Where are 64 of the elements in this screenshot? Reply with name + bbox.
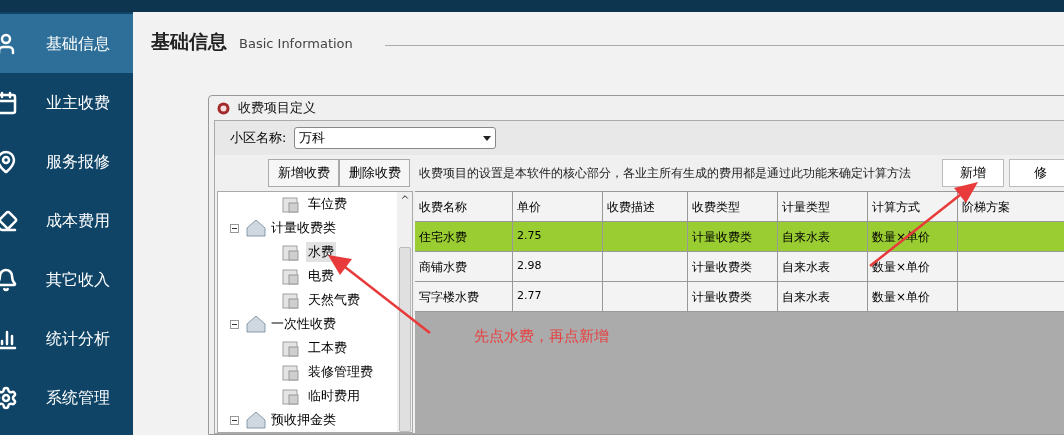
sidebar-item[interactable]: 成本费用	[0, 191, 133, 250]
folder-icon	[245, 314, 267, 334]
expander-toggle[interactable]	[230, 319, 239, 329]
community-label: 小区名称:	[230, 129, 287, 148]
scroll-up-icon	[399, 192, 410, 202]
expander-toggle[interactable]	[230, 415, 239, 425]
tree-item[interactable]: 装修管理费	[306, 362, 375, 382]
bell-icon	[0, 267, 18, 292]
scrollbar-thumb[interactable]	[398, 247, 411, 432]
table-cell-text: 自来水表	[782, 228, 830, 246]
sidebar-item[interactable]: 统计分析	[0, 309, 133, 368]
tree-category[interactable]: 一次性收费	[271, 314, 336, 334]
page-subtitle: Basic Information	[239, 34, 353, 53]
folder-icon	[245, 218, 267, 238]
sidebar-item[interactable]: 业主收费	[0, 73, 133, 132]
description-text: 收费项目的设置是本软件的核心部分，各业主所有生成的费用都是通过此功能来确定计算方法	[419, 165, 912, 182]
document-icon	[280, 194, 302, 214]
action-button[interactable]: 修	[1009, 159, 1064, 187]
tree-category[interactable]: 预收押金类	[271, 410, 336, 430]
sidebar-item[interactable]: 其它收入	[0, 250, 133, 309]
tree-category[interactable]: 计量收费类	[271, 218, 336, 238]
document-icon	[280, 338, 302, 358]
table-cell-text: 自来水表	[782, 288, 830, 306]
table-cell-text: 住宅水费	[419, 228, 467, 246]
table-cell: 2.75	[517, 228, 542, 245]
document-icon	[280, 290, 302, 310]
sidebar-item[interactable]: 服务报修	[0, 132, 133, 191]
table-cell-text: 计量收费类	[692, 288, 752, 306]
document-icon	[280, 362, 302, 382]
map-pin-icon	[0, 149, 18, 174]
table-cell-text: 商铺水费	[419, 258, 467, 276]
tree-item[interactable]: 临时费用	[306, 386, 362, 406]
tree-item[interactable]: 天然气费	[306, 290, 362, 310]
table-row[interactable]: 写字楼水费 2.77 计量收费类 自来水表 数量×单价	[415, 282, 1064, 312]
document-icon	[280, 242, 302, 262]
tree-item[interactable]: 电费	[306, 266, 336, 286]
tree-item[interactable]: 工本费	[306, 338, 349, 358]
settings-icon	[0, 385, 18, 410]
app-icon	[217, 101, 230, 115]
table-cell-text: 计量收费类	[692, 228, 752, 246]
calendar-icon	[0, 90, 18, 115]
sidebar-item[interactable]: 系统管理	[0, 368, 133, 427]
table-cell-text: 计量收费类	[692, 258, 752, 276]
tree-toolbar-button[interactable]: 新增收费	[268, 159, 339, 187]
action-button[interactable]: 新增	[942, 159, 1004, 187]
folder-icon	[245, 410, 267, 430]
community-dropdown[interactable]: 万科	[294, 127, 497, 149]
eraser-icon	[0, 208, 18, 233]
tree-toolbar-button[interactable]: 删除收费	[339, 159, 410, 187]
table-cell-text: 数量×单价	[872, 288, 931, 306]
tree-item[interactable]: 水费	[306, 242, 336, 262]
expander-toggle[interactable]	[230, 223, 239, 233]
table-cell-text: 自来水表	[782, 258, 830, 276]
table-cell: 2.98	[517, 258, 542, 275]
document-icon	[280, 386, 302, 406]
document-icon	[280, 266, 302, 286]
dropdown-arrow-icon	[483, 135, 492, 141]
tree-item[interactable]: 车位费	[306, 194, 349, 214]
table-cell: 2.77	[517, 288, 542, 305]
sidebar-item[interactable]: 基础信息	[0, 14, 133, 73]
table-cell-text: 写字楼水费	[419, 288, 479, 306]
dialog-title: 收费项目定义	[238, 99, 316, 118]
page-title: 基础信息	[151, 28, 227, 54]
annotation-text: 先点水费，再点新增	[474, 326, 609, 347]
